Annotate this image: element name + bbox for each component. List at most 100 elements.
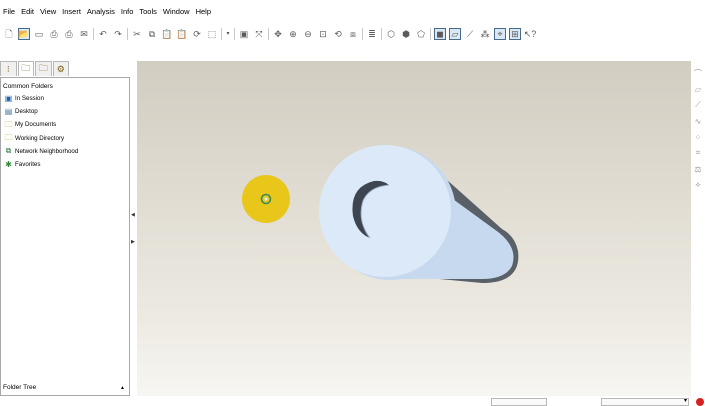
print-preview-icon[interactable]: ⎙ (63, 28, 75, 40)
expand-right-icon[interactable]: ▶ (131, 239, 135, 245)
toolbar-separator (362, 28, 363, 40)
status-field (491, 398, 547, 406)
regenerate-icon[interactable]: ⟳ (191, 28, 203, 40)
datum-ref-icon[interactable]: ⟡ (691, 177, 705, 193)
paste-icon[interactable]: 📋 (161, 28, 173, 40)
folder-item[interactable]: ▣ In Session (1, 92, 129, 105)
menu-file[interactable]: File (3, 7, 15, 16)
redo-icon[interactable]: ↷ (112, 28, 124, 40)
dropdown-arrow-icon[interactable]: ▾ (684, 397, 687, 404)
context-help-icon[interactable]: ↖? (524, 28, 537, 40)
analysis-icon[interactable]: ⚖ (691, 161, 705, 177)
refit-icon[interactable]: ⊡ (317, 28, 329, 40)
part-front-face (319, 145, 451, 277)
paste-special-icon[interactable]: 📋 (176, 28, 188, 40)
stop-icon[interactable] (696, 398, 704, 406)
folder-label: In Session (15, 95, 44, 103)
folder-item[interactable]: 🗀 Working Directory (1, 132, 129, 145)
folder-list: ▣ In Session ▤ Desktop 🗀 My Documents 🗀 Working… (1, 92, 129, 171)
sketch-icon[interactable]: ⌒ (691, 65, 705, 81)
graphics-window[interactable] (137, 61, 691, 396)
datum-axes-icon[interactable]: ⟋ (464, 28, 476, 40)
hidden-line-icon[interactable]: ⬢ (400, 28, 412, 40)
csys-tool-icon[interactable]: ⌗ (691, 145, 705, 161)
menu-tools[interactable]: Tools (139, 7, 157, 16)
toolbar-separator (268, 28, 269, 40)
collapse-left-icon[interactable]: ◀ (131, 212, 135, 218)
filter-dropdown[interactable]: ▾ (601, 398, 689, 406)
layers-icon[interactable]: ≣ (366, 28, 378, 40)
menu-view[interactable]: View (40, 7, 56, 16)
zoom-out-icon[interactable]: ⊖ (302, 28, 314, 40)
email-icon[interactable]: ✉ (78, 28, 90, 40)
navigator-tabs: ⁝ 🗀 🗀 ⚙ (0, 61, 70, 77)
copy-icon[interactable]: ⧉ (146, 28, 158, 40)
folder-item[interactable]: ✱ Favorites (1, 158, 129, 171)
annotations-icon[interactable]: ⊞ (509, 28, 521, 40)
menu-edit[interactable]: Edit (21, 7, 34, 16)
no-hidden-icon[interactable]: ⬠ (415, 28, 427, 40)
status-bar: ▾ (0, 396, 705, 406)
menu-help[interactable]: Help (196, 7, 211, 16)
undo-icon[interactable]: ↶ (97, 28, 109, 40)
folder-label: Network Neighborhood (15, 147, 79, 155)
cursor-dot (264, 197, 268, 201)
print-icon[interactable]: ⎙ (48, 28, 60, 40)
folder-item[interactable]: ▤ Desktop (1, 105, 129, 118)
datum-points-icon[interactable]: ⁂ (479, 28, 491, 40)
favorites-icon: ✱ (5, 159, 12, 169)
folder-tree-bar[interactable]: Folder Tree ▲ (1, 380, 129, 395)
folder-label: My Documents (15, 121, 57, 129)
folder-tree-label: Folder Tree (3, 384, 37, 391)
folder-label: Favorites (15, 161, 41, 169)
documents-icon: 🗀 (4, 119, 13, 129)
wireframe-icon[interactable]: ⬡ (385, 28, 397, 40)
toolbar-separator (430, 28, 431, 40)
folder-label: Desktop (15, 108, 38, 116)
save-icon[interactable]: ▭ (33, 28, 45, 40)
toolbar-separator (93, 28, 94, 40)
favorites-tab-icon[interactable]: 🗀 (35, 61, 52, 76)
working-directory-icon: 🗀 (4, 133, 13, 143)
curve-icon[interactable]: ∿ (691, 113, 705, 129)
shading-icon[interactable]: ◼ (434, 28, 446, 40)
dropdown-arrow-icon[interactable]: ▾ (225, 28, 231, 40)
zoom-in-icon[interactable]: ⊕ (287, 28, 299, 40)
reorient-icon[interactable]: ⟲ (332, 28, 344, 40)
menu-analysis[interactable]: Analysis (87, 7, 115, 16)
common-folders-heading: Common Folders (3, 83, 53, 90)
window-icon[interactable]: ▣ (238, 28, 250, 40)
toolbar-separator (127, 28, 128, 40)
folder-browser-tab-icon[interactable]: 🗀 (17, 61, 34, 76)
pan-icon[interactable]: ✥ (272, 28, 284, 40)
folder-label: Working Directory (15, 134, 65, 142)
toolbar-separator (234, 28, 235, 40)
model-canvas[interactable] (137, 61, 691, 396)
datum-toolbar: ⌒ ▱ ⟋ ∿ ⁘ ⌗ ⚖ ⟡ (691, 61, 705, 396)
select-box-icon[interactable]: ⬚ (206, 28, 218, 40)
new-icon[interactable]: 🗋 (3, 28, 15, 40)
datum-planes-icon[interactable]: ▱ (449, 28, 461, 40)
folder-item[interactable]: ⧉ Network Neighborhood (1, 145, 129, 158)
spin-center-icon[interactable]: ⤧ (253, 28, 265, 40)
desktop-icon: ▤ (4, 106, 13, 116)
expand-arrow-icon[interactable]: ▲ (120, 385, 125, 391)
plane-icon[interactable]: ▱ (691, 81, 705, 97)
model-tree-tab-icon[interactable]: ⁝ (0, 61, 17, 76)
cut-icon[interactable]: ✂ (131, 28, 143, 40)
main-toolbar: 🗋 📂 ▭ ⎙ ⎙ ✉ ↶ ↷ ✂ ⧉ 📋 📋 ⟳ ⬚ ▾ ▣ ⤧ ✥ ⊕ ⊖ ⊡ ⟲ ⧈ ≣ ⬡ ⬢ ⬠ ◼ ▱ ⟋ ⁂ ⌖ ⊞ ↖? (0, 25, 705, 43)
open-icon[interactable]: 📂 (18, 28, 30, 40)
network-icon: ⧉ (5, 146, 12, 156)
axis-icon[interactable]: ⟋ (691, 97, 705, 113)
menu-info[interactable]: Info (121, 7, 134, 16)
menu-insert[interactable]: Insert (62, 7, 81, 16)
point-icon[interactable]: ⁘ (691, 129, 705, 145)
menu-window[interactable]: Window (163, 7, 190, 16)
connections-tab-icon[interactable]: ⚙ (52, 61, 69, 76)
toolbar-separator (381, 28, 382, 40)
saved-views-icon[interactable]: ⧈ (347, 28, 359, 40)
folder-item[interactable]: 🗀 My Documents (1, 118, 129, 131)
menu-bar: File Edit View Insert Analysis Info Tools Windo… (0, 0, 705, 22)
navigator-splitter[interactable]: ◀ ▶ (130, 61, 137, 396)
csys-icon[interactable]: ⌖ (494, 28, 506, 40)
